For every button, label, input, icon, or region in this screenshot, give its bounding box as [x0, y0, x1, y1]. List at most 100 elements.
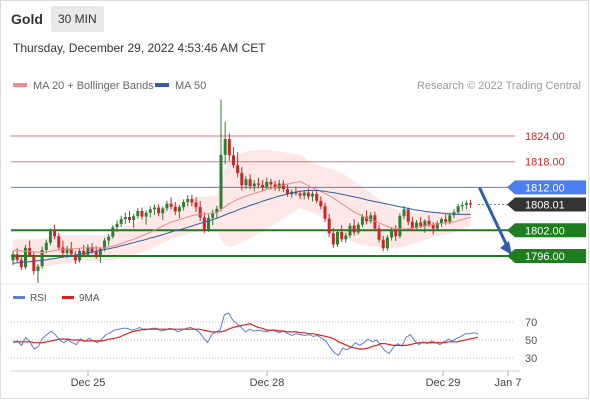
candle-body	[281, 183, 285, 190]
candle-body	[111, 227, 115, 237]
candle-body	[53, 231, 57, 237]
candle-body	[127, 217, 131, 220]
candle-body	[107, 236, 111, 241]
candle-body	[448, 215, 452, 222]
candle-body	[94, 251, 98, 256]
candle-body	[57, 236, 61, 248]
candle-body	[231, 155, 235, 166]
candle-body	[352, 225, 356, 233]
candle-body	[298, 193, 302, 196]
candle-body	[327, 218, 331, 234]
candle-body	[265, 181, 269, 187]
level-label: 1796.00	[507, 249, 586, 263]
projection-arrow-shaft	[478, 187, 510, 250]
candle-body	[177, 207, 181, 212]
candle-body	[460, 205, 464, 207]
rsi-tick-label: 30	[525, 353, 537, 365]
candle-body	[32, 255, 36, 271]
candle-body	[323, 206, 327, 219]
x-tick-label: Dec 25	[71, 377, 106, 389]
candle-body	[44, 242, 48, 250]
candle-body	[398, 216, 402, 237]
rsi-line	[12, 312, 479, 357]
candle-body	[348, 225, 352, 236]
candle-body	[402, 209, 406, 217]
candle-body	[385, 237, 389, 249]
candle-body	[244, 179, 248, 186]
candle-body	[15, 254, 19, 260]
candle-body	[61, 247, 65, 253]
candle-body	[427, 220, 431, 225]
candle-body	[261, 184, 265, 187]
candle	[223, 121, 227, 165]
candle-body	[36, 266, 40, 271]
candle-body	[456, 206, 460, 213]
candle	[335, 229, 339, 247]
candle-body	[140, 211, 144, 217]
price-chart[interactable]: 1824.00 1818.00 1812.00 1808.01 1802.00 1796.…	[0, 0, 590, 400]
candle-body	[78, 250, 82, 261]
level-label: 1812.00	[507, 180, 586, 195]
candle-body	[344, 235, 348, 240]
candle-body	[256, 183, 260, 185]
candle	[23, 244, 27, 270]
candle-body	[236, 165, 240, 173]
candle-body	[377, 228, 381, 240]
candle-body	[11, 254, 15, 261]
candle-body	[315, 193, 319, 201]
candle-body	[198, 207, 202, 218]
level-label-text: 1802.00	[525, 225, 565, 237]
candle-body	[132, 216, 136, 220]
candle-body	[190, 199, 194, 203]
level-label-text: 1808.01	[525, 200, 565, 212]
candle-body	[319, 200, 323, 207]
candle-body	[182, 202, 186, 208]
candle-body	[381, 239, 385, 249]
candle-body	[444, 219, 448, 222]
candle	[219, 99, 223, 212]
candle-body	[223, 139, 227, 155]
candle-body	[219, 154, 223, 209]
candle-body	[356, 224, 360, 233]
candle	[469, 199, 473, 208]
candle-body	[173, 206, 177, 212]
candle-body	[464, 203, 468, 205]
candle-body	[340, 232, 344, 240]
candle-body	[207, 217, 211, 230]
candle-body	[194, 202, 198, 208]
candle-body	[331, 233, 335, 245]
candle-body	[48, 231, 52, 243]
candle-body	[306, 192, 310, 197]
candle	[231, 147, 235, 169]
candle-body	[269, 181, 273, 185]
candle-body	[252, 183, 256, 187]
x-tick-label: Jan 7	[495, 377, 522, 389]
level-label: 1818.00	[525, 157, 565, 169]
level-label-text: 1824.00	[525, 131, 565, 143]
candle-body	[390, 229, 394, 238]
candle-body	[136, 211, 140, 217]
candle	[398, 213, 402, 239]
candle-body	[152, 207, 156, 210]
candle	[119, 215, 123, 227]
candle	[227, 133, 231, 161]
candle-body	[419, 222, 423, 226]
candle-body	[360, 216, 364, 225]
candle-body	[227, 139, 231, 156]
candle-body	[202, 217, 206, 230]
candle	[32, 251, 36, 275]
candle	[123, 212, 127, 224]
candle	[464, 200, 468, 210]
candle	[460, 201, 464, 211]
level-label-text: 1818.00	[525, 157, 565, 169]
level-label-text: 1796.00	[525, 251, 565, 263]
level-label: 1808.01	[507, 197, 586, 212]
level-label-text: 1812.00	[525, 182, 565, 194]
level-label: 1802.00	[507, 223, 586, 238]
candle-body	[335, 232, 339, 245]
candle	[136, 208, 140, 219]
candle	[36, 264, 40, 283]
candle-body	[165, 203, 169, 209]
candle-body	[115, 223, 119, 228]
rsi-tick-label: 50	[525, 335, 537, 347]
